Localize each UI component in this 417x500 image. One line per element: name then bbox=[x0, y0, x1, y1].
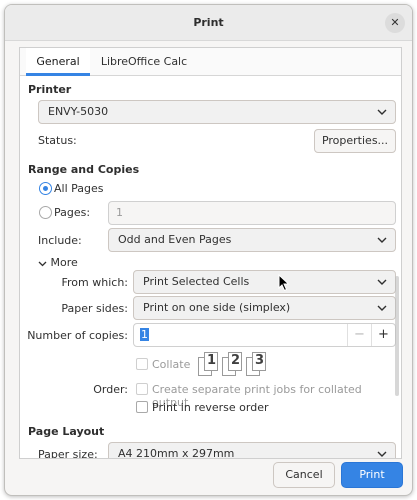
range-section-title: Range and Copies bbox=[28, 163, 140, 176]
title-bar: Print ✕ bbox=[5, 5, 412, 41]
decrement-button[interactable]: − bbox=[347, 324, 371, 346]
paper-size-selected-value: A4 210mm x 297mm bbox=[118, 447, 235, 459]
tab-general[interactable]: General bbox=[26, 48, 90, 76]
include-selected-value: Odd and Even Pages bbox=[118, 233, 232, 246]
collate-checkbox[interactable] bbox=[136, 358, 148, 370]
printer-selected-value: ENVY-5030 bbox=[48, 105, 109, 118]
from-which-select[interactable]: Print Selected Cells bbox=[133, 270, 396, 294]
all-pages-label: All Pages bbox=[54, 182, 104, 195]
paper-sides-selected-value: Print on one side (simplex) bbox=[143, 301, 291, 314]
status-label: Status: bbox=[38, 134, 77, 147]
vertical-scrollbar[interactable] bbox=[395, 276, 399, 396]
tab-bar: General LibreOffice Calc bbox=[20, 48, 401, 76]
paper-size-select[interactable]: A4 210mm x 297mm bbox=[108, 442, 396, 459]
print-button[interactable]: Print bbox=[341, 462, 403, 488]
mouse-pointer-icon bbox=[278, 273, 290, 295]
from-which-selected-value: Print Selected Cells bbox=[143, 275, 250, 288]
paper-sides-select[interactable]: Print on one side (simplex) bbox=[133, 296, 396, 320]
chevron-down-icon bbox=[377, 101, 387, 123]
all-pages-radio[interactable] bbox=[39, 182, 52, 195]
paper-size-label: Paper size: bbox=[38, 448, 98, 459]
from-which-label: From which: bbox=[61, 276, 129, 289]
printer-section-title: Printer bbox=[28, 83, 72, 96]
order-label: Order: bbox=[93, 383, 128, 396]
reverse-order-label: Print in reverse order bbox=[152, 401, 269, 414]
page-layout-section-title: Page Layout bbox=[28, 425, 105, 438]
collate-label: Collate bbox=[152, 358, 191, 371]
include-select[interactable]: Odd and Even Pages bbox=[108, 228, 396, 252]
copies-label: Number of copies: bbox=[27, 329, 128, 342]
reverse-order-checkbox[interactable] bbox=[136, 401, 148, 413]
pages-input[interactable]: 1 bbox=[108, 201, 396, 225]
page-icon-1: 1 bbox=[204, 352, 218, 371]
separate-jobs-checkbox[interactable] bbox=[136, 383, 148, 395]
chevron-down-icon bbox=[377, 229, 387, 251]
tab-notebook: General LibreOffice Calc Printer ENVY-50… bbox=[19, 47, 402, 459]
paper-sides-label: Paper sides: bbox=[61, 302, 128, 315]
printer-select[interactable]: ENVY-5030 bbox=[38, 100, 396, 124]
chevron-down-icon bbox=[377, 443, 387, 458]
pages-label: Pages: bbox=[54, 206, 91, 219]
chevron-down-icon bbox=[377, 297, 387, 319]
page-icon-3: 3 bbox=[252, 352, 266, 371]
more-label: More bbox=[50, 256, 78, 269]
pages-radio[interactable] bbox=[39, 206, 52, 219]
more-expander[interactable]: More bbox=[38, 256, 78, 269]
properties-button[interactable]: Properties... bbox=[314, 129, 396, 153]
copies-value: 1 bbox=[140, 328, 149, 341]
page-icon-2: 2 bbox=[228, 352, 242, 371]
dialog-title: Print bbox=[193, 16, 224, 29]
general-tab-content: Printer ENVY-5030 Status: Properties... … bbox=[20, 76, 401, 459]
chevron-down-icon bbox=[38, 256, 51, 269]
cancel-button[interactable]: Cancel bbox=[273, 462, 335, 488]
include-label: Include: bbox=[38, 234, 82, 247]
copies-spinbutton[interactable]: 1 − + bbox=[133, 323, 396, 347]
tab-libreoffice-calc[interactable]: LibreOffice Calc bbox=[94, 48, 194, 76]
chevron-down-icon bbox=[377, 271, 387, 293]
print-dialog: Print ✕ General LibreOffice Calc Printer… bbox=[4, 4, 413, 496]
close-icon[interactable]: ✕ bbox=[385, 13, 405, 33]
increment-button[interactable]: + bbox=[371, 324, 395, 346]
